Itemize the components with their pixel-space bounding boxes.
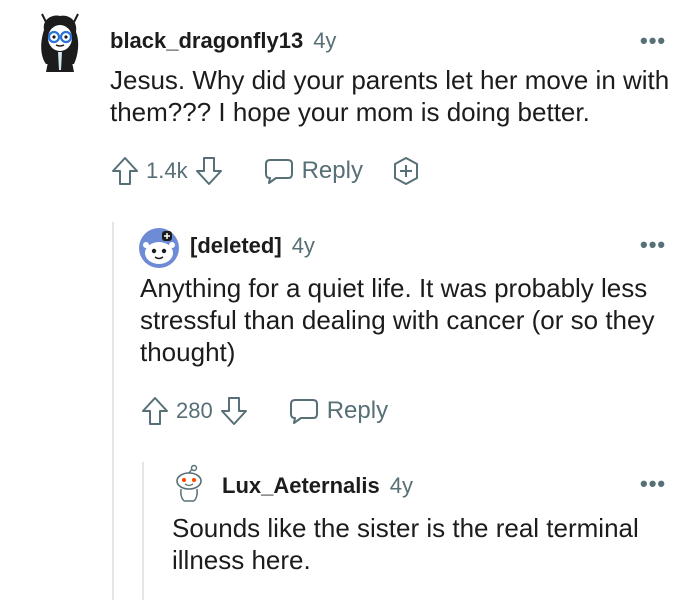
user-avatar[interactable] — [36, 12, 84, 74]
comment-age[interactable]: 4y — [313, 28, 336, 54]
upvote-arrow-icon — [112, 157, 138, 185]
comment-body: Sounds like the sister is the real termi… — [172, 513, 639, 575]
reply-label: Reply — [301, 157, 363, 184]
comment-bubble-icon — [289, 399, 318, 424]
award-plus-icon — [393, 157, 418, 185]
comment-body: Anything for a quiet life. It was probab… — [140, 273, 655, 367]
comment-author[interactable]: [deleted] — [190, 233, 282, 259]
vote-count: 1.4k — [146, 158, 188, 183]
thread-line-level-2[interactable] — [142, 462, 144, 600]
user-avatar[interactable] — [138, 227, 180, 269]
snoo-outline-avatar-icon — [176, 464, 202, 502]
more-options-button[interactable]: ••• — [640, 30, 666, 52]
more-options-button[interactable]: ••• — [640, 473, 666, 495]
upvote-button[interactable] — [110, 155, 140, 187]
girl-glasses-avatar-icon — [41, 13, 79, 72]
vote-count: 280 — [176, 398, 213, 423]
comment-bubble-icon — [264, 159, 293, 184]
downvote-button[interactable] — [194, 155, 224, 187]
more-options-button[interactable]: ••• — [640, 234, 666, 256]
downvote-arrow-icon — [220, 397, 247, 425]
user-avatar[interactable] — [170, 464, 208, 504]
comment-age[interactable]: 4y — [292, 233, 315, 259]
reply-button[interactable]: Reply — [264, 157, 363, 185]
comment-author[interactable]: black_dragonfly13 — [110, 28, 303, 54]
reply-button[interactable]: Reply — [289, 397, 388, 425]
thread-line-level-1[interactable] — [112, 222, 114, 600]
comment-age[interactable]: 4y — [390, 473, 413, 499]
snoo-avatar-icon — [139, 228, 179, 268]
downvote-arrow-icon — [195, 157, 222, 185]
comment-author[interactable]: Lux_Aeternalis — [222, 473, 380, 499]
downvote-button[interactable] — [219, 395, 249, 427]
comment-body: Jesus. Why did your parents let her move… — [110, 65, 670, 127]
award-button[interactable] — [391, 155, 421, 187]
upvote-arrow-icon — [142, 397, 168, 425]
reply-label: Reply — [326, 397, 389, 424]
upvote-button[interactable] — [140, 395, 170, 427]
